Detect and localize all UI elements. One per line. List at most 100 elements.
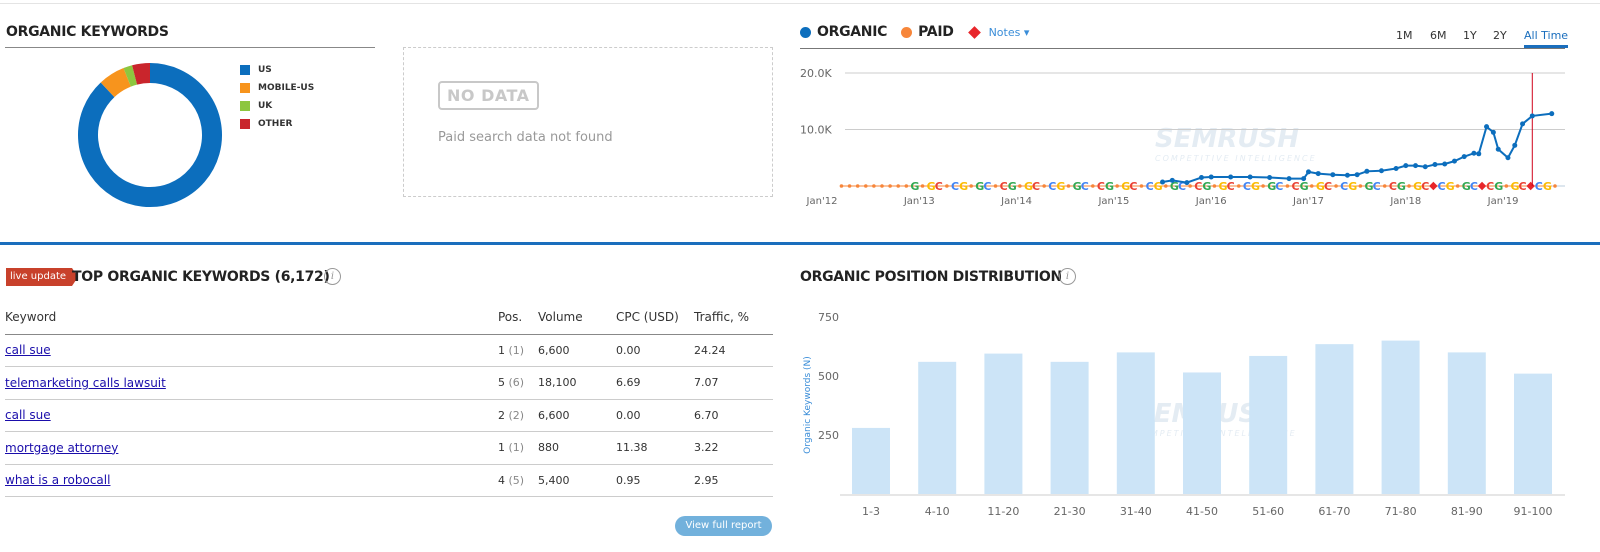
google-update-note-icon[interactable]: G — [1300, 180, 1309, 193]
info-icon[interactable]: i — [1059, 268, 1076, 285]
google-update-note-icon[interactable]: G — [959, 180, 968, 193]
google-update-note-icon[interactable]: C — [1227, 180, 1235, 193]
organic-point[interactable] — [1461, 154, 1467, 160]
note-diamond-icon[interactable] — [1526, 181, 1535, 191]
bar-41-50[interactable] — [1183, 372, 1221, 494]
organic-point[interactable] — [1549, 111, 1555, 117]
legend-paid[interactable]: PAID — [918, 24, 954, 40]
google-update-note-icon[interactable]: C — [1324, 180, 1332, 193]
notes-dropdown[interactable]: Notes ▾ — [989, 26, 1030, 39]
col-volume[interactable]: Volume — [538, 300, 616, 335]
keyword-link[interactable]: mortgage attorney — [5, 441, 118, 455]
google-update-note-icon[interactable]: C — [1032, 180, 1040, 193]
keyword-link[interactable]: telemarketing calls lawsuit — [5, 376, 166, 390]
organic-point[interactable] — [1306, 169, 1311, 175]
note-diamond-icon[interactable] — [1429, 181, 1438, 191]
google-update-note-icon[interactable]: C — [983, 180, 991, 193]
bar-81-90[interactable] — [1447, 352, 1486, 494]
col-cpc[interactable]: CPC (USD) — [616, 300, 694, 335]
organic-point[interactable] — [1169, 177, 1175, 183]
google-update-note-icon[interactable]: C — [1437, 180, 1445, 193]
google-update-note-icon[interactable]: G — [1202, 180, 1211, 193]
keyword-link[interactable]: call sue — [5, 343, 51, 357]
google-update-note-icon[interactable]: C — [1081, 180, 1089, 193]
organic-point[interactable] — [1520, 121, 1526, 127]
google-update-note-icon[interactable]: C — [935, 180, 943, 193]
google-update-note-icon[interactable]: C — [1389, 180, 1397, 193]
organic-point[interactable] — [1413, 163, 1419, 169]
bar-4-10[interactable] — [918, 361, 957, 494]
organic-point[interactable] — [1267, 175, 1273, 181]
period-2y[interactable]: 2Y — [1493, 29, 1507, 42]
google-update-note-icon[interactable]: C — [1097, 180, 1105, 193]
donut-slice-us[interactable] — [78, 63, 222, 207]
organic-point[interactable] — [1432, 162, 1438, 168]
organic-point[interactable] — [1495, 146, 1501, 152]
google-update-note-icon[interactable]: C — [1275, 180, 1283, 193]
google-update-note-icon[interactable]: G — [1056, 180, 1065, 193]
organic-point[interactable] — [1247, 174, 1253, 180]
bar-31-40[interactable] — [1116, 352, 1155, 494]
bar-71-80[interactable] — [1381, 340, 1420, 494]
google-update-note-icon[interactable]: G — [1348, 180, 1357, 193]
organic-point[interactable] — [1529, 113, 1535, 119]
note-diamond-icon[interactable] — [1477, 181, 1487, 191]
organic-point[interactable] — [1505, 155, 1511, 161]
bar-51-60[interactable] — [1249, 355, 1288, 494]
organic-point[interactable] — [1422, 164, 1428, 170]
bar-1-3[interactable] — [852, 427, 890, 494]
google-update-note-icon[interactable]: C — [1194, 180, 1202, 193]
organic-point[interactable] — [1184, 180, 1190, 186]
organic-point[interactable] — [1330, 172, 1336, 178]
google-update-note-icon[interactable]: C — [1000, 180, 1008, 193]
organic-point[interactable] — [1228, 174, 1234, 180]
organic-point[interactable] — [1484, 124, 1490, 130]
donut-slice-uk[interactable] — [123, 65, 138, 87]
google-update-note-icon[interactable]: C — [1486, 180, 1494, 193]
google-update-note-icon[interactable]: C — [1243, 180, 1251, 193]
google-update-note-icon[interactable]: C — [1535, 180, 1543, 193]
period-1m[interactable]: 1M — [1396, 29, 1413, 42]
organic-point[interactable] — [1315, 171, 1321, 177]
google-update-note-icon[interactable]: C — [1146, 180, 1154, 193]
organic-point[interactable] — [1344, 172, 1350, 178]
organic-point[interactable] — [1403, 163, 1409, 169]
google-update-note-icon[interactable]: C — [1519, 180, 1527, 193]
google-update-note-icon[interactable]: C — [1292, 180, 1300, 193]
info-icon[interactable]: i — [324, 268, 341, 285]
legend-organic[interactable]: ORGANIC — [817, 24, 887, 40]
google-update-note-icon[interactable]: G — [1397, 180, 1406, 193]
google-update-note-icon[interactable]: G — [1008, 180, 1017, 193]
bar-61-70[interactable] — [1315, 344, 1354, 494]
organic-point[interactable] — [1354, 172, 1360, 178]
google-update-note-icon[interactable]: C — [1129, 180, 1137, 193]
organic-point[interactable] — [1512, 142, 1518, 148]
bar-91-100[interactable] — [1514, 373, 1552, 494]
organic-point[interactable] — [1451, 158, 1457, 164]
google-update-note-icon[interactable]: G — [1494, 180, 1503, 193]
period-all-time[interactable]: All Time — [1524, 29, 1568, 42]
legend-item-other[interactable]: OTHER — [240, 115, 314, 133]
view-full-report-button[interactable]: View full report — [675, 516, 772, 536]
google-update-note-icon[interactable]: C — [1340, 180, 1348, 193]
legend-item-uk[interactable]: UK — [240, 97, 314, 115]
organic-point[interactable] — [1442, 161, 1448, 167]
organic-point[interactable] — [1160, 179, 1166, 185]
organic-point[interactable] — [1364, 168, 1370, 174]
google-update-note-icon[interactable]: G — [1105, 180, 1114, 193]
donut-slice-mobile-us[interactable] — [100, 68, 132, 98]
organic-point[interactable] — [1476, 151, 1482, 157]
period-1y[interactable]: 1Y — [1463, 29, 1477, 42]
organic-point[interactable] — [1378, 168, 1384, 174]
google-update-note-icon[interactable]: G — [1543, 180, 1552, 193]
col-pos[interactable]: Pos. — [498, 300, 538, 335]
organic-point[interactable] — [1286, 176, 1292, 182]
organic-point[interactable] — [1301, 176, 1307, 182]
google-update-note-icon[interactable]: G — [1446, 180, 1455, 193]
organic-point[interactable] — [1208, 174, 1214, 180]
keyword-link[interactable]: what is a robocall — [5, 473, 110, 487]
google-update-note-icon[interactable]: C — [1470, 180, 1478, 193]
legend-item-us[interactable]: US — [240, 61, 314, 79]
google-update-note-icon[interactable]: G — [1251, 180, 1260, 193]
organic-point[interactable] — [1198, 175, 1204, 181]
